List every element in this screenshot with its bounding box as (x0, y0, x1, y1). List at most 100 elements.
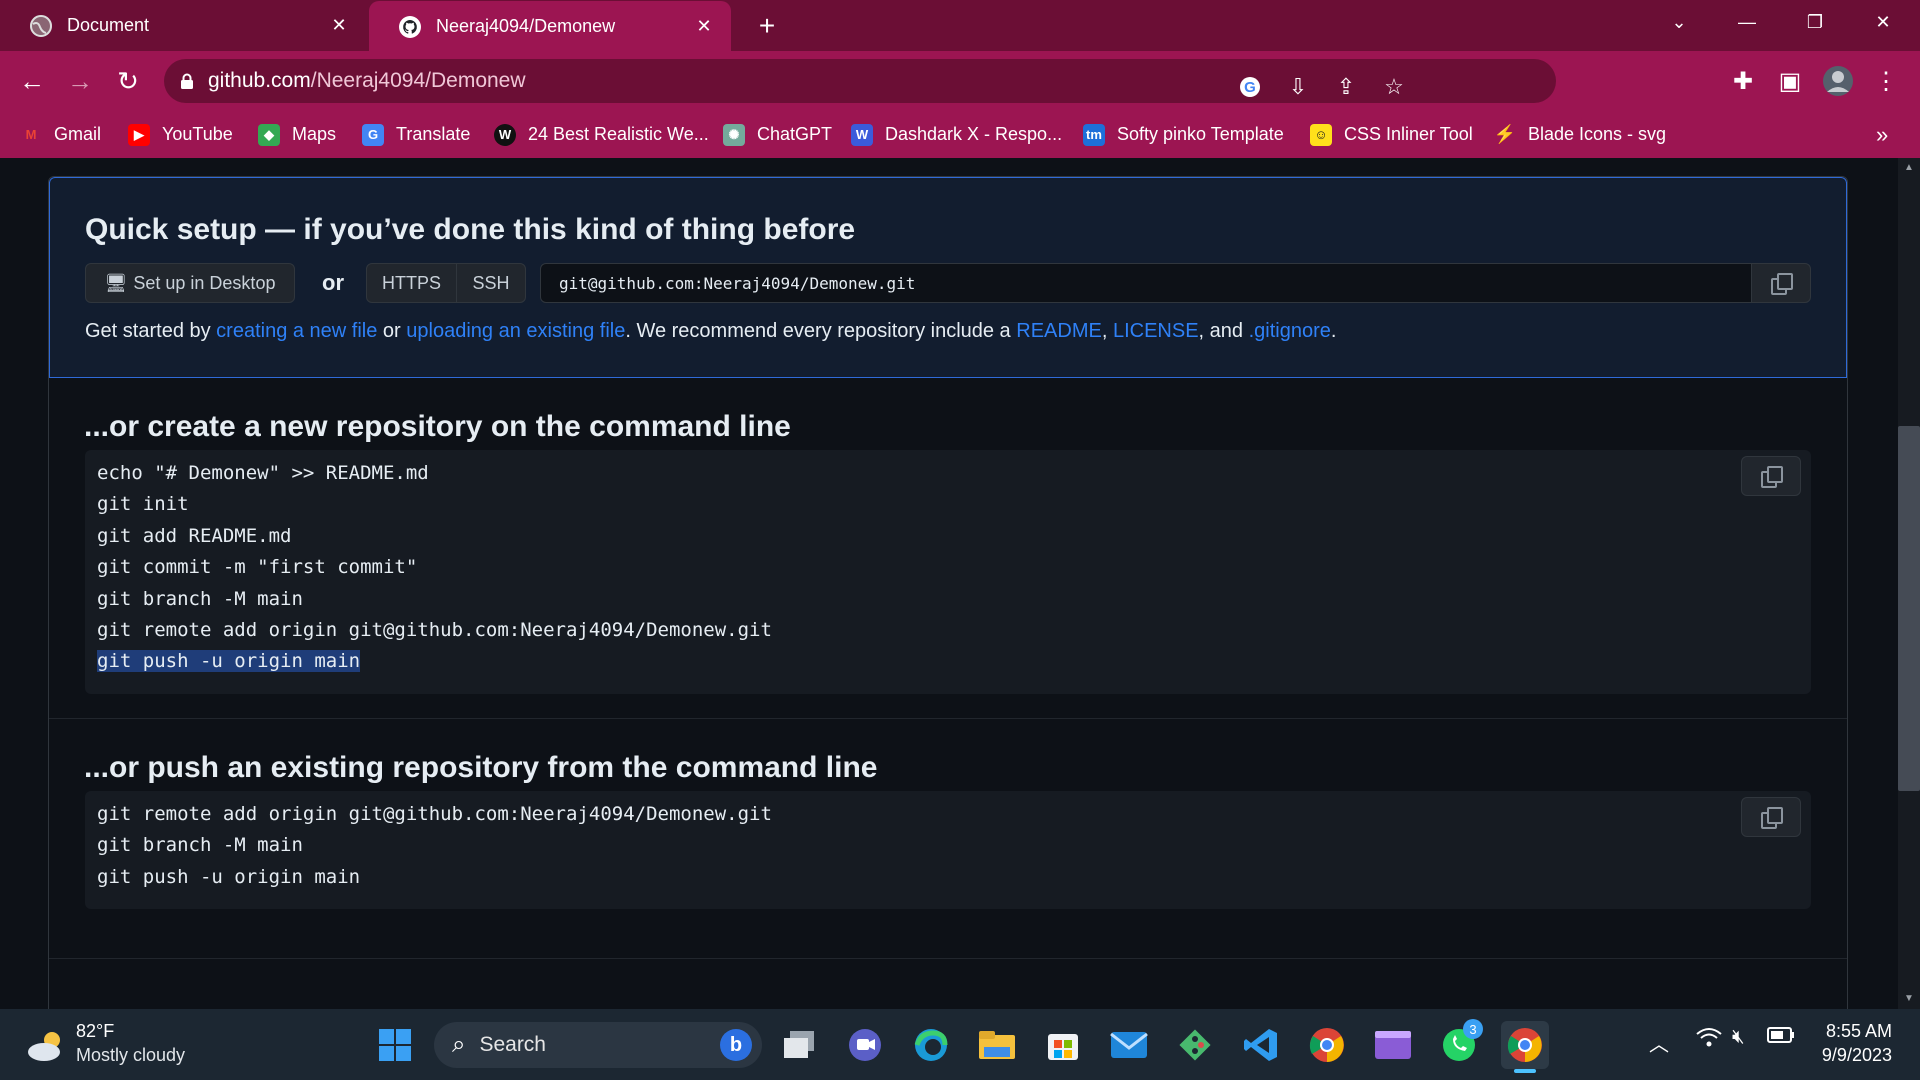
or-separator: or (322, 270, 344, 295)
weather-cloud-icon[interactable] (26, 1028, 66, 1064)
push-existing-code-block: git remote add origin git@github.com:Nee… (85, 791, 1811, 909)
restore-button[interactable]: ❐ (1781, 0, 1849, 44)
new-repo-code-block: echo "# Demonew" >> README.md git init git… (85, 450, 1811, 694)
bookmark-css-inliner[interactable]: ☺ CSS Inliner Tool (1310, 111, 1473, 158)
page-scrollbar[interactable]: ▲ ▼ (1898, 158, 1920, 1009)
weather-condition[interactable]: Mostly cloudy (76, 1045, 185, 1066)
extensions-puzzle-icon[interactable]: ✚ (1723, 61, 1763, 101)
bookmark-softy-pinko[interactable]: tm Softy pinko Template (1083, 111, 1284, 158)
bookmark-realistic-web[interactable]: W 24 Best Realistic We... (494, 111, 709, 158)
translate-icon: G (362, 123, 384, 146)
bing-icon[interactable]: b (720, 1029, 752, 1061)
tab-github-repo[interactable]: Neeraj4094/Demonew ✕ (369, 1, 731, 52)
scrollbar-thumb[interactable] (1898, 426, 1920, 791)
bookmark-label: Gmail (54, 124, 102, 144)
close-icon[interactable]: ✕ (691, 16, 717, 37)
bookmark-label: YouTube (162, 124, 233, 144)
wifi-icon[interactable] (1696, 1026, 1722, 1054)
tab-title: Document (67, 15, 150, 35)
creating-new-file-link[interactable]: creating a new file (216, 320, 377, 342)
share-icon[interactable]: ⇪ (1326, 67, 1366, 107)
copy-icon (1761, 466, 1783, 488)
bookmark-maps[interactable]: ◆ Maps (258, 111, 336, 158)
bookmark-gmail[interactable]: M Gmail (20, 111, 101, 158)
copy-new-repo-button[interactable] (1741, 456, 1801, 496)
vscode-icon[interactable] (1237, 1021, 1285, 1069)
new-tab-button[interactable]: + (750, 9, 784, 43)
bookmark-star-icon[interactable]: ☆ (1374, 67, 1414, 107)
uploading-existing-file-link[interactable]: uploading an existing file (406, 320, 625, 342)
forward-button[interactable]: → (60, 61, 100, 101)
bookmark-blade-icons[interactable]: ⚡ Blade Icons - svg (1494, 111, 1666, 158)
scroll-up-arrow-icon[interactable]: ▲ (1904, 162, 1914, 173)
bookmark-label: Maps (292, 124, 337, 144)
weather-temperature[interactable]: 82°F (76, 1021, 114, 1042)
kebab-menu-icon[interactable]: ⋮ (1866, 61, 1906, 101)
bookmark-youtube[interactable]: ▶ YouTube (128, 111, 233, 158)
teams-chat-icon[interactable] (841, 1021, 889, 1069)
whatsapp-icon[interactable]: 3 (1435, 1019, 1483, 1069)
tab-document[interactable]: Document ✕ (0, 0, 366, 51)
video-editor-icon[interactable] (1369, 1021, 1417, 1069)
new-repo-title: ...or create a new repository on the com… (84, 410, 791, 443)
code-line: git commit -m "first commit" (97, 556, 418, 579)
more-bookmarks-button[interactable]: » (1876, 111, 1888, 158)
close-window-button[interactable]: ✕ (1849, 0, 1917, 44)
windows-start-icon[interactable] (371, 1021, 419, 1069)
copy-clone-url-button[interactable] (1751, 263, 1811, 303)
google-lens-icon[interactable]: G (1230, 67, 1270, 107)
mailchimp-icon: ☺ (1310, 123, 1332, 146)
clock-time[interactable]: 8:55 AM (1818, 1021, 1892, 1042)
windows-taskbar (0, 1009, 1920, 1080)
bookmark-translate[interactable]: G Translate (362, 111, 470, 158)
chrome-active-icon[interactable] (1501, 1021, 1549, 1069)
search-placeholder: Search (479, 1033, 546, 1056)
code-line: git add README.md (97, 524, 292, 547)
readme-link[interactable]: README (1016, 320, 1102, 342)
license-link[interactable]: LICENSE (1113, 320, 1199, 342)
desktop-download-icon: 🖥 (104, 272, 128, 293)
quick-setup-panel: Quick setup — if you’ve done this kind o… (49, 177, 1847, 378)
copy-push-existing-button[interactable] (1741, 797, 1801, 837)
and-text: , and (1198, 320, 1249, 342)
https-toggle[interactable]: HTTPS (366, 263, 457, 303)
bookmark-chatgpt[interactable]: ✺ ChatGPT (723, 111, 832, 158)
comma-text: , (1101, 320, 1113, 342)
quick-setup-title: Quick setup — if you’ve done this kind o… (85, 213, 856, 246)
volume-muted-icon[interactable]: 🔇︎ (1732, 1026, 1745, 1049)
tab-search-chevron-icon[interactable]: ⌄ (1645, 0, 1713, 44)
setup-in-desktop-button[interactable]: 🖥 Set up in Desktop (85, 263, 295, 303)
youtube-icon: ▶ (128, 123, 150, 146)
show-hidden-icons-chevron-icon[interactable]: ︿ (1649, 1028, 1669, 1057)
copy-icon (1761, 807, 1783, 829)
mail-icon[interactable] (1105, 1021, 1153, 1069)
ssh-toggle[interactable]: SSH (456, 263, 526, 303)
side-panel-icon[interactable]: ▣ (1770, 61, 1810, 101)
gitignore-link[interactable]: .gitignore (1249, 320, 1331, 342)
address-bar[interactable]: github.com/Neeraj4094/Demonew G ⇩ ⇪ ☆ (164, 59, 1556, 103)
battery-icon[interactable] (1767, 1026, 1795, 1050)
profile-avatar[interactable] (1818, 61, 1858, 101)
scroll-down-arrow-icon[interactable]: ▼ (1904, 993, 1914, 1004)
url-path: /Neeraj4094/Demonew (310, 69, 526, 92)
git-client-icon[interactable] (1171, 1021, 1219, 1069)
task-view-icon[interactable] (775, 1021, 823, 1069)
taskbar-search-box[interactable]: ⌕ Search b (434, 1022, 762, 1068)
chrome-icon[interactable] (1303, 1021, 1351, 1069)
empty-repo-card: Quick setup — if you’ve done this kind o… (48, 176, 1848, 1009)
chatgpt-icon: ✺ (723, 123, 745, 146)
clock-date[interactable]: 9/9/2023 (1808, 1045, 1892, 1066)
w-icon: W (494, 123, 516, 146)
microsoft-store-icon[interactable] (1039, 1021, 1087, 1069)
file-explorer-icon[interactable] (973, 1021, 1021, 1069)
close-icon[interactable]: ✕ (326, 15, 352, 36)
notification-badge: 3 (1463, 1019, 1483, 1039)
bookmark-dashdark[interactable]: W Dashdark X - Respo... (851, 111, 1062, 158)
minimize-button[interactable]: — (1713, 0, 1781, 44)
github-icon (399, 15, 421, 38)
reload-button[interactable]: ↻ (108, 61, 148, 101)
install-app-icon[interactable]: ⇩ (1278, 67, 1318, 107)
edge-browser-icon[interactable] (907, 1021, 955, 1069)
clone-url-input[interactable]: git@github.com:Neeraj4094/Demonew.git (540, 263, 1772, 303)
back-button[interactable]: ← (12, 61, 52, 101)
